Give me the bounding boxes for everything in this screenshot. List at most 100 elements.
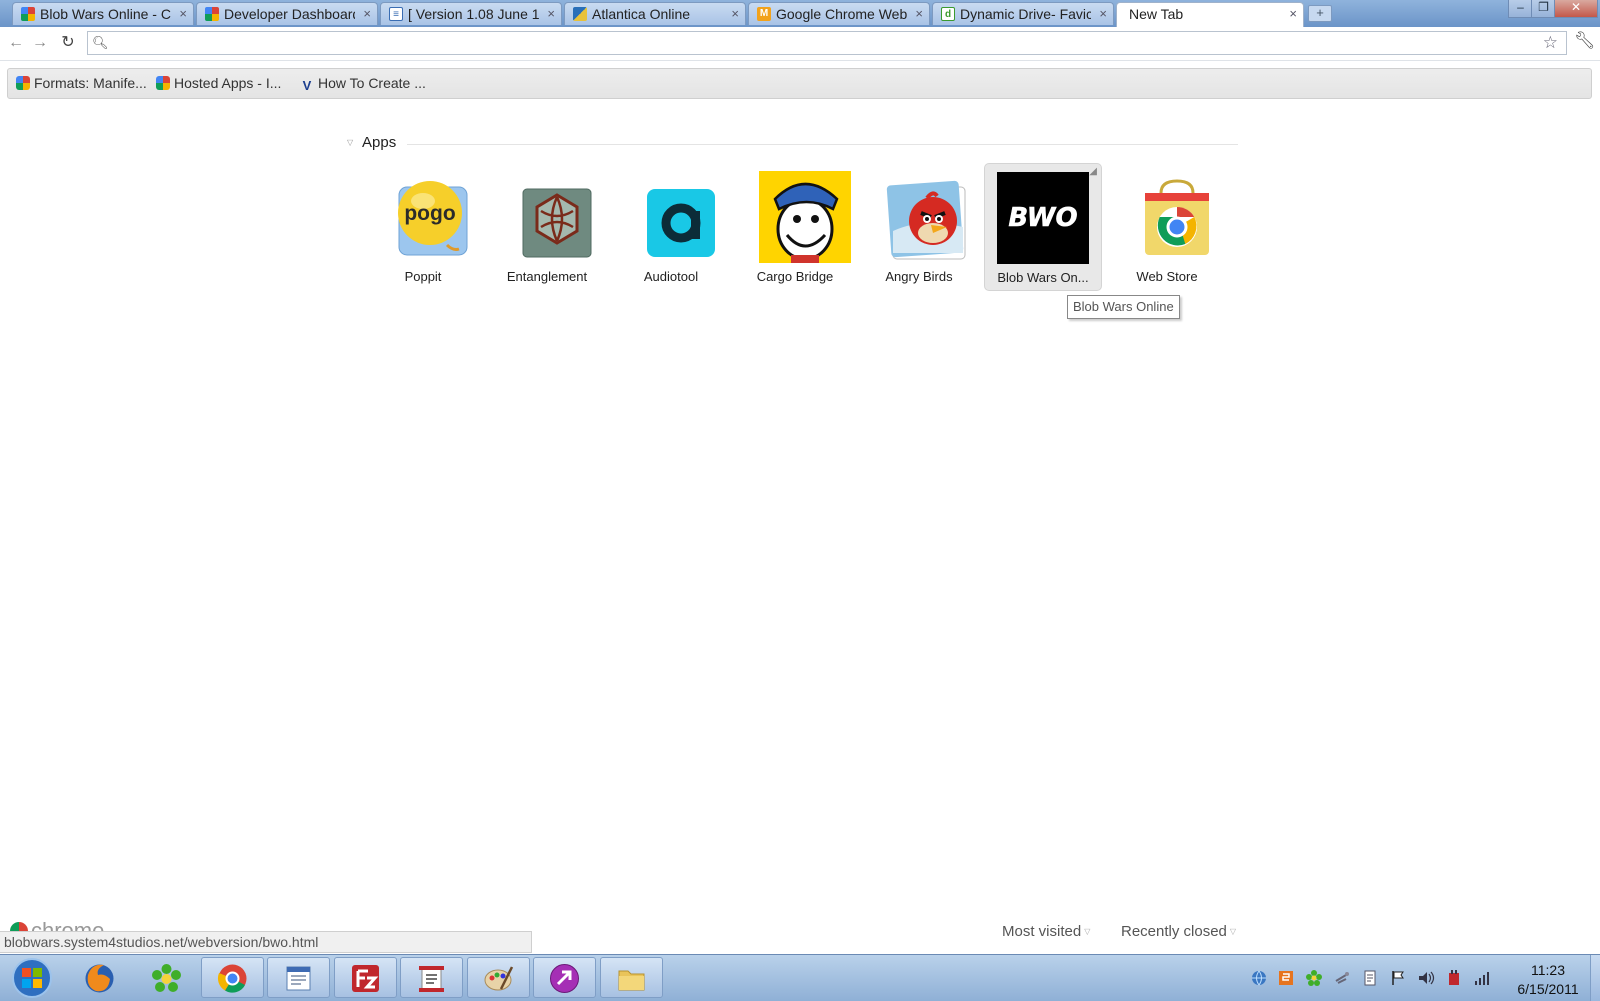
app-name: Audiotool	[643, 269, 699, 284]
tab-chrome-web-store[interactable]: M Google Chrome Web ×	[748, 2, 930, 25]
status-bubble: blobwars.system4studios.net/webversion/b…	[0, 931, 532, 953]
tab-blob-wars-online[interactable]: Blob Wars Online - Ch ×	[12, 2, 194, 25]
taskbar-app-purple[interactable]	[533, 957, 596, 998]
apps-section-title: Apps	[362, 134, 397, 151]
icq-flower-icon	[152, 964, 181, 992]
new-tab-button[interactable]: +	[1308, 5, 1332, 22]
close-icon[interactable]: ×	[179, 6, 187, 21]
dd-icon: d	[941, 7, 955, 21]
forward-button[interactable]: →	[30, 32, 50, 54]
most-visited-label: Most visited	[1002, 923, 1082, 940]
paint-palette-icon	[484, 966, 514, 991]
close-window-button[interactable]: ✕	[1554, 0, 1598, 18]
clock-time: 11:23	[1531, 962, 1565, 978]
show-desktop-button[interactable]	[1590, 955, 1600, 1001]
close-icon[interactable]: ×	[915, 6, 923, 21]
recently-closed-label: Recently closed	[1121, 923, 1227, 940]
bookmark-formats-manifest[interactable]: Formats: Manife...	[16, 75, 147, 93]
chrome-apps-icon	[205, 7, 219, 21]
apps-section-header[interactable]: ▽ Apps	[347, 132, 1238, 152]
volume-icon[interactable]	[1417, 969, 1435, 987]
close-icon[interactable]: ×	[1099, 6, 1107, 21]
orange-app-tray-icon[interactable]	[1277, 969, 1295, 987]
atlantica-icon	[573, 7, 587, 21]
reload-icon: ↻	[61, 34, 75, 51]
app-cargo-bridge[interactable]: Cargo Bridge	[736, 163, 854, 291]
restore-icon: ❐	[1538, 0, 1549, 14]
most-visited-menu[interactable]: Most visited ▽	[1002, 923, 1090, 940]
folder-icon	[618, 970, 645, 991]
bwo-icon: BWO	[997, 172, 1089, 264]
windows-taskbar: 11:23 6/15/2011	[0, 954, 1600, 1001]
purple-arrow-app-icon	[550, 964, 579, 993]
tab-strip: Blob Wars Online - Ch × Developer Dashbo…	[0, 0, 1600, 27]
tab-title: Atlantica Online	[592, 6, 691, 22]
filezilla-icon	[352, 965, 379, 992]
chrome-icon	[217, 964, 247, 993]
chevron-down-icon: ▽	[1084, 927, 1091, 936]
bookmark-hosted-apps[interactable]: Hosted Apps - I...	[156, 75, 281, 93]
app-web-store[interactable]: Web Store	[1108, 163, 1226, 291]
text-editor-icon	[419, 966, 444, 992]
action-center-flag-icon[interactable]	[1389, 969, 1407, 987]
taskbar-icq[interactable]	[135, 957, 198, 998]
omnibox[interactable]: 🔍︎ ☆	[87, 31, 1567, 55]
tab-title: Developer Dashboard	[224, 6, 355, 22]
minimize-button[interactable]: –	[1508, 0, 1533, 18]
web-store-icon	[1145, 179, 1209, 255]
app-tooltip: Blob Wars Online	[1067, 295, 1180, 319]
cargo-bridge-icon	[759, 171, 851, 263]
power-tray-icon[interactable]	[1445, 969, 1463, 987]
satellite-tray-icon[interactable]	[1333, 969, 1351, 987]
taskbar-paint[interactable]	[467, 957, 530, 998]
tab-developer-dashboard[interactable]: Developer Dashboard ×	[196, 2, 378, 25]
app-entanglement[interactable]: Entanglement	[488, 163, 606, 291]
bookmark-how-to-create[interactable]: V How To Create ...	[300, 75, 426, 93]
taskbar-explorer[interactable]	[600, 957, 663, 998]
tab-title: Dynamic Drive- Favic	[960, 6, 1091, 22]
close-icon[interactable]: ×	[363, 6, 371, 21]
app-blob-wars-online[interactable]: BWO ◢ Blob Wars On...	[984, 163, 1102, 291]
google-code-icon	[156, 76, 170, 90]
taskbar-chrome[interactable]	[201, 957, 264, 998]
start-button[interactable]	[3, 957, 61, 999]
bookmark-label: How To Create ...	[318, 75, 426, 91]
section-divider	[407, 144, 1238, 145]
close-icon[interactable]: ×	[731, 6, 739, 21]
tab-atlantica-online[interactable]: Atlantica Online ×	[564, 2, 746, 25]
pin-icon[interactable]: ◢	[1089, 166, 1097, 177]
angry-birds-icon	[886, 180, 966, 260]
signal-strength-icon[interactable]	[1473, 969, 1491, 987]
app-name: Poppit	[404, 269, 442, 284]
recently-closed-menu[interactable]: Recently closed ▽	[1121, 923, 1236, 940]
tab-dynamic-drive[interactable]: d Dynamic Drive- Favic ×	[932, 2, 1114, 25]
document-tray-icon[interactable]	[1361, 969, 1379, 987]
icq-tray-icon[interactable]	[1305, 969, 1323, 987]
taskbar-firefox[interactable]	[68, 957, 131, 998]
wrench-menu-icon[interactable]: 🔧︎	[1574, 31, 1596, 51]
taskbar-filezilla[interactable]	[334, 957, 397, 998]
tab-title: New Tab	[1129, 6, 1184, 22]
document-editor-icon	[286, 966, 311, 991]
back-button[interactable]: ←	[6, 32, 26, 54]
restore-button[interactable]: ❐	[1531, 0, 1556, 18]
network-globe-icon[interactable]	[1250, 969, 1268, 987]
tab-new-tab[interactable]: New Tab ×	[1116, 2, 1304, 27]
bookmark-star-icon[interactable]: ☆	[1543, 33, 1558, 53]
close-icon[interactable]: ×	[547, 6, 555, 21]
firefox-icon	[85, 964, 114, 993]
app-audiotool[interactable]: Audiotool	[612, 163, 730, 291]
app-angry-birds[interactable]: Angry Birds	[860, 163, 978, 291]
reload-button[interactable]: ↻	[58, 32, 78, 54]
m-icon: M	[757, 7, 771, 21]
chevron-down-icon: ▽	[1229, 927, 1237, 936]
address-input[interactable]	[110, 33, 1514, 55]
app-poppit[interactable]: pogo Poppit	[364, 163, 482, 291]
close-icon: ✕	[1570, 0, 1582, 14]
taskbar-clock[interactable]: 11:23 6/15/2011	[1508, 961, 1588, 999]
close-icon[interactable]: ×	[1289, 6, 1297, 21]
taskbar-word[interactable]	[267, 957, 330, 998]
tab-version-notes[interactable]: ≡ [ Version 1.08 June 15 ×	[380, 2, 562, 25]
app-name: Angry Birds	[885, 269, 953, 284]
taskbar-editor[interactable]	[400, 957, 463, 998]
